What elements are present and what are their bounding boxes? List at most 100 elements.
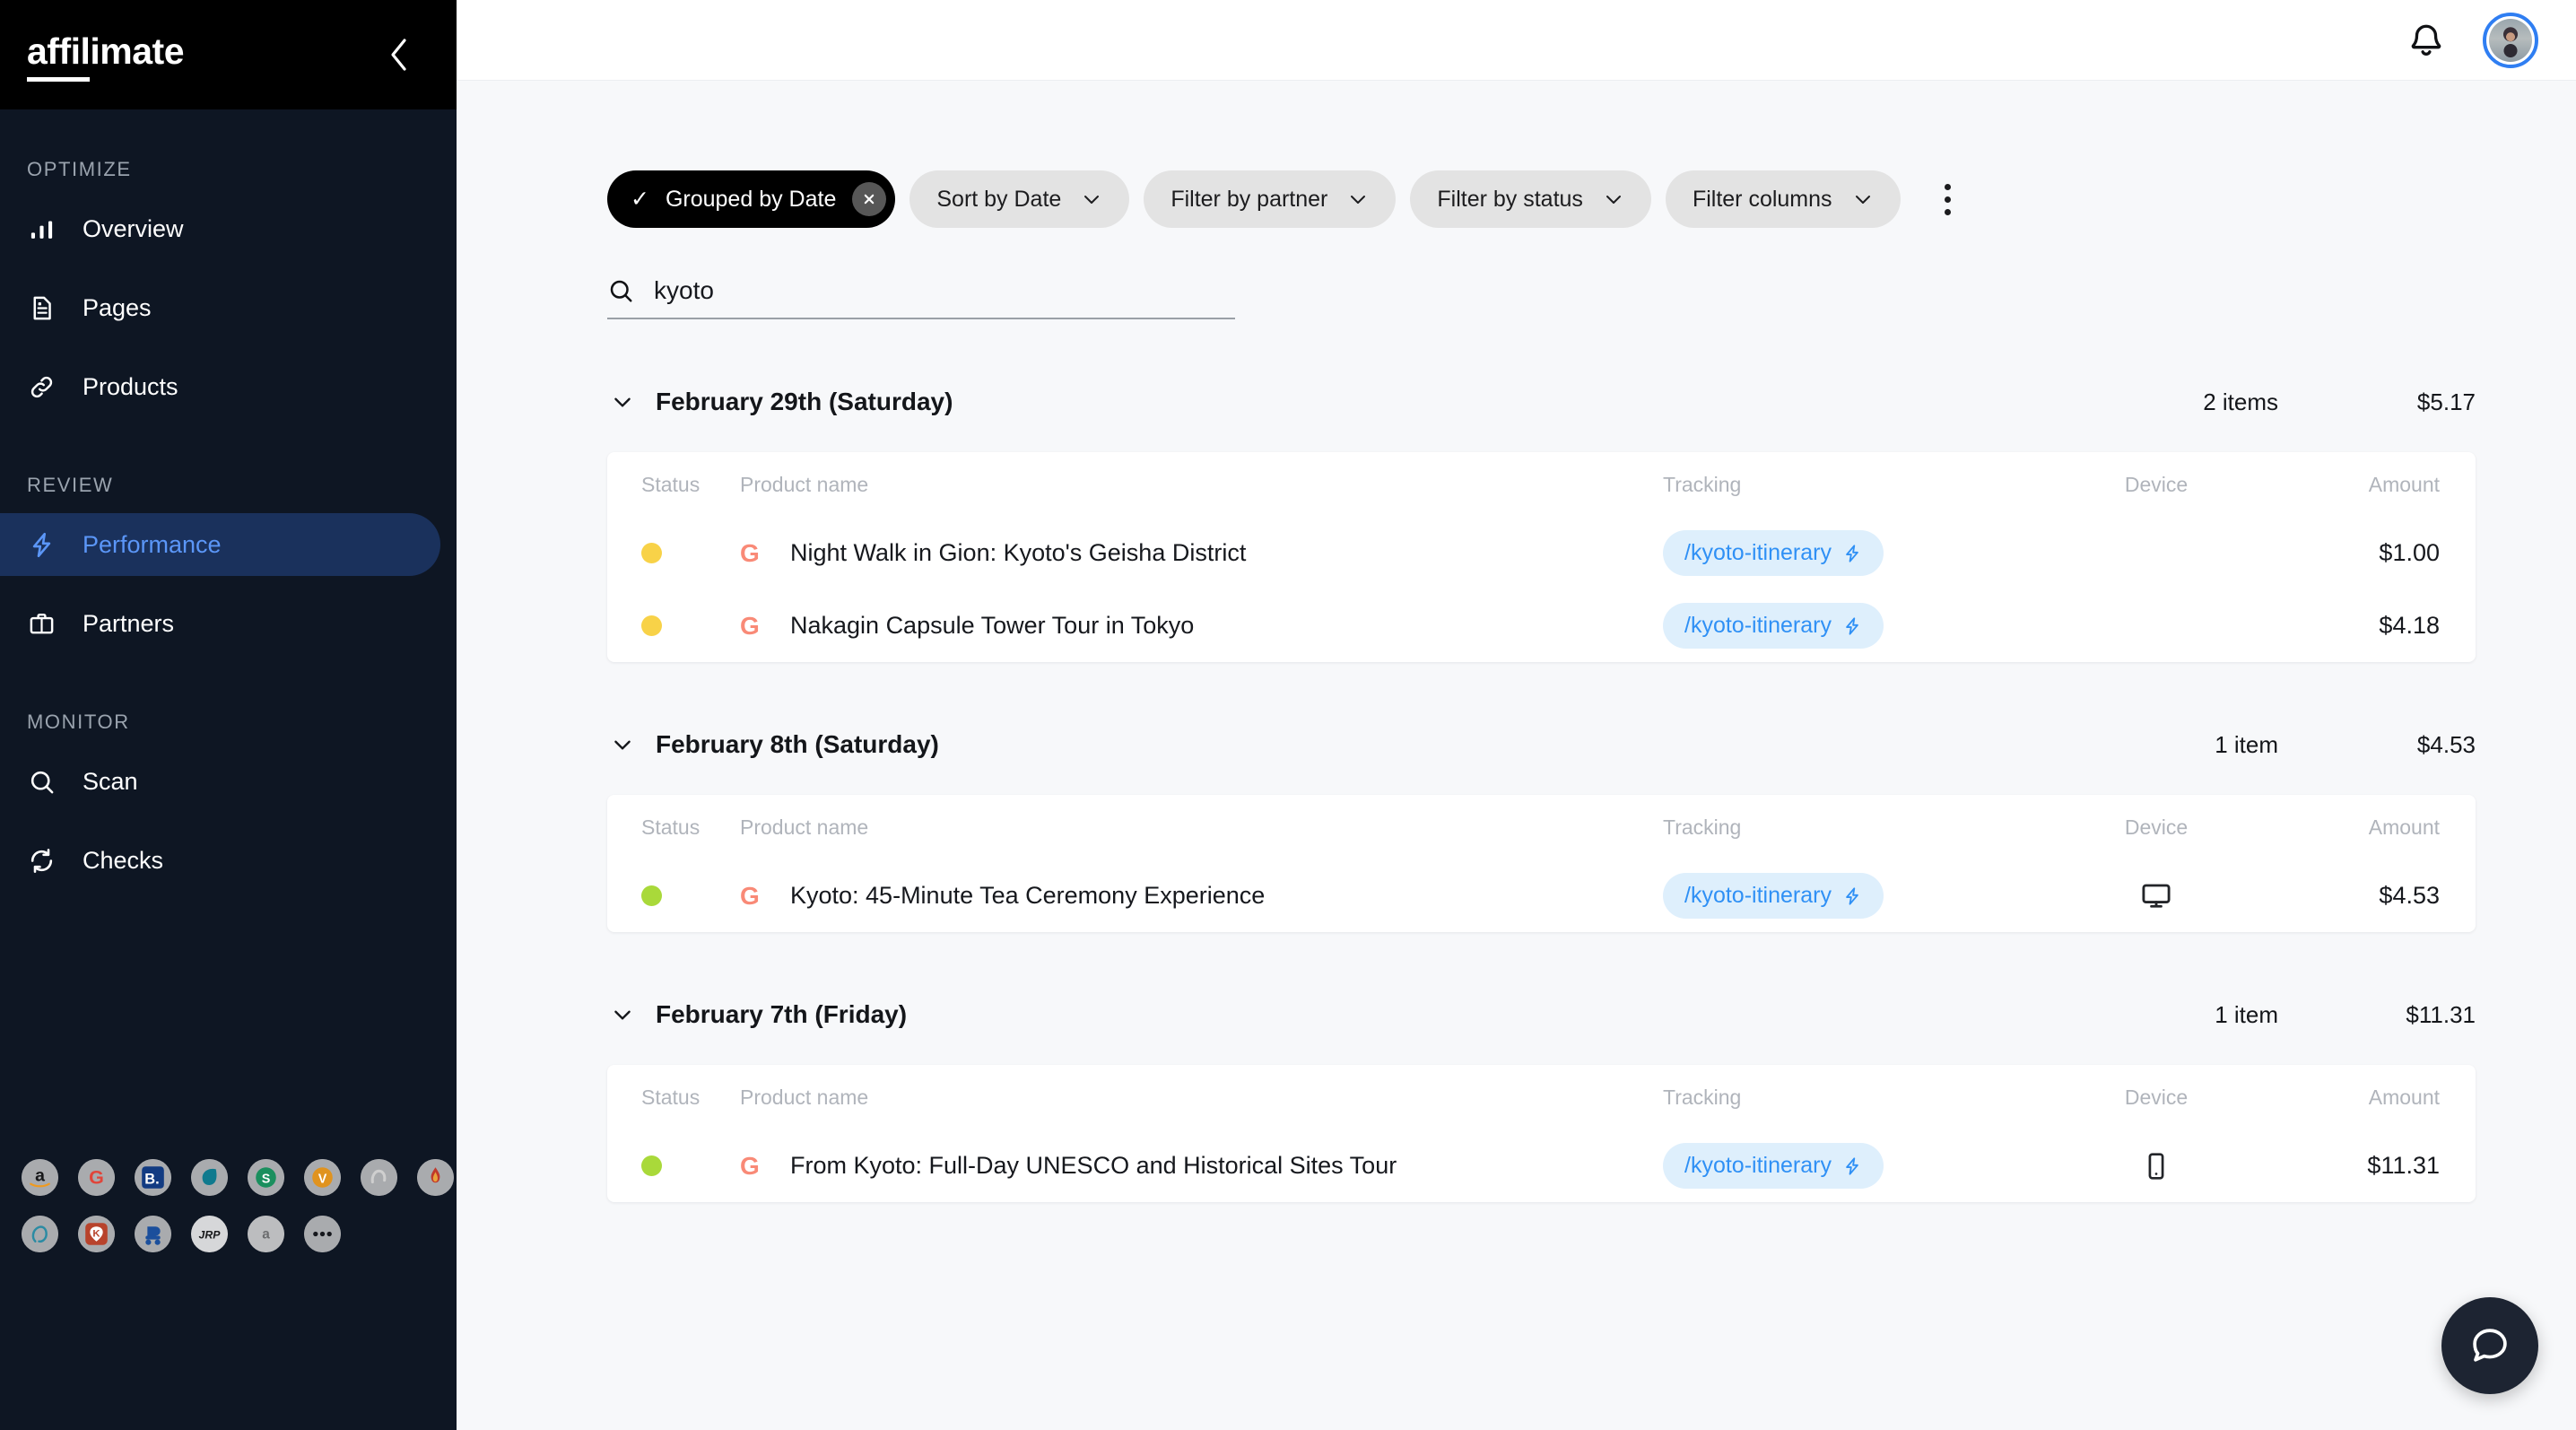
lightning-icon — [1846, 544, 1858, 562]
column-header-tracking: Tracking — [1663, 1085, 1742, 1109]
sidebar-item-performance[interactable]: Performance — [0, 513, 440, 576]
date-group-header[interactable]: February 8th (Saturday) 1 item $4.53 — [607, 719, 2576, 770]
chip-grouped-by-date[interactable]: ✓ Grouped by Date — [607, 170, 896, 228]
sidebar-item-checks[interactable]: Checks — [0, 829, 440, 892]
transactions-table: Status Product name Tracking Device Amou… — [607, 1065, 2476, 1202]
tracking-cell: /kyoto-itinerary — [1663, 1143, 2040, 1189]
status-badge — [641, 543, 662, 563]
more-partners-button[interactable] — [304, 1216, 341, 1252]
sidebar-item-label: Products — [83, 372, 178, 400]
partner-avatar-klook[interactable]: K — [78, 1216, 115, 1252]
device-cell — [2040, 880, 2273, 912]
table-header-row: Status Product name Tracking Device Amou… — [607, 1065, 2476, 1129]
getyourguide-icon: G — [740, 538, 760, 567]
partner-avatar-omio[interactable] — [361, 1159, 397, 1196]
status-badge — [641, 885, 662, 906]
transactions-table: Status Product name Tracking Device Amou… — [607, 452, 2476, 662]
product-name: From Kyoto: Full-Day UNESCO and Historic… — [790, 1152, 1397, 1179]
column-header-device: Device — [2124, 815, 2189, 839]
date-group-header[interactable]: February 29th (Saturday) 2 items $5.17 — [607, 377, 2576, 427]
chevron-left-icon — [391, 39, 406, 71]
partner-avatar-nomad[interactable] — [22, 1216, 58, 1252]
transactions-table: Status Product name Tracking Device Amou… — [607, 795, 2476, 932]
chevron-down-icon[interactable] — [607, 729, 638, 760]
product-cell: G Kyoto: 45-Minute Tea Ceremony Experien… — [740, 882, 1663, 911]
table-row[interactable]: G Kyoto: 45-Minute Tea Ceremony Experien… — [607, 859, 2476, 932]
column-header-product-name: Product name — [740, 815, 869, 839]
clear-grouping-button[interactable] — [852, 182, 887, 216]
product-cell: G Nakagin Capsule Tower Tour in Tokyo — [740, 612, 1663, 641]
lightning-icon — [1846, 1156, 1858, 1175]
sidebar-item-label: Performance — [83, 530, 222, 558]
mobile-icon — [2148, 1152, 2164, 1180]
status-badge — [641, 615, 662, 636]
sidebar-item-overview[interactable]: Overview — [0, 197, 440, 260]
tracking-link-pill[interactable]: /kyoto-itinerary — [1663, 530, 1884, 576]
partner-avatar-getyourguide[interactable]: G — [78, 1159, 115, 1196]
filter-toolbar: ✓ Grouped by Date Sort by Date Filter by… — [607, 170, 2576, 228]
content-region: ✓ Grouped by Date Sort by Date Filter by… — [457, 81, 2576, 1202]
date-group-amount: $5.17 — [2416, 388, 2476, 415]
status-cell — [641, 615, 740, 636]
partner-avatar-skyscanner[interactable] — [191, 1159, 228, 1196]
sidebar-item-pages[interactable]: Pages — [0, 276, 440, 339]
column-header-amount: Amount — [2368, 1085, 2440, 1109]
amount-cell: $4.53 — [2379, 882, 2440, 909]
chevron-down-icon — [1084, 196, 1100, 204]
search-icon — [610, 280, 632, 302]
column-header-status: Status — [641, 472, 701, 496]
help-chat-button[interactable] — [2441, 1297, 2538, 1394]
partner-avatar-amazon[interactable]: a — [22, 1159, 58, 1196]
partner-avatar-amazon-associates[interactable]: a — [248, 1216, 284, 1252]
tracking-link-pill[interactable]: /kyoto-itinerary — [1663, 1143, 1884, 1189]
date-group-header[interactable]: February 7th (Friday) 1 item $11.31 — [607, 990, 2576, 1040]
lightning-icon — [1846, 886, 1858, 905]
search-bar[interactable]: kyoto — [607, 276, 1235, 319]
svg-text:V: V — [318, 1173, 327, 1187]
more-options-button[interactable] — [1928, 170, 1969, 228]
table-row[interactable]: G Night Walk in Gion: Kyoto's Geisha Dis… — [607, 517, 2476, 589]
svg-text:JRP: JRP — [199, 1229, 222, 1242]
search-input[interactable]: kyoto — [654, 276, 714, 305]
app-root: affilimate OPTIMIZE Overview Pages Produ… — [0, 0, 2576, 1430]
partner-avatar-discover-cars[interactable] — [135, 1216, 171, 1252]
chip-filter-by-partner[interactable]: Filter by partner — [1144, 170, 1397, 228]
tracking-link-pill[interactable]: /kyoto-itinerary — [1663, 873, 1884, 919]
chevron-down-icon[interactable] — [607, 999, 638, 1030]
date-group-title: February 29th (Saturday) — [656, 388, 953, 415]
chip-label: Filter columns — [1692, 186, 1832, 212]
table-header-row: Status Product name Tracking Device Amou… — [607, 795, 2476, 859]
column-header-tracking: Tracking — [1663, 472, 1742, 496]
date-group: February 8th (Saturday) 1 item $4.53 Sta… — [607, 719, 2576, 932]
tracking-link-pill[interactable]: /kyoto-itinerary — [1663, 603, 1884, 649]
partner-avatar-booking-com[interactable]: B. — [135, 1159, 171, 1196]
chip-filter-by-status[interactable]: Filter by status — [1410, 170, 1651, 228]
column-header-status: Status — [641, 1085, 701, 1109]
sidebar-item-partners[interactable]: Partners — [0, 592, 440, 655]
table-row[interactable]: G From Kyoto: Full-Day UNESCO and Histor… — [607, 1129, 2476, 1202]
partner-avatar-firefly[interactable] — [417, 1159, 454, 1196]
tracking-cell: /kyoto-itinerary — [1663, 530, 2040, 576]
svg-text:a: a — [35, 1166, 45, 1186]
product-name: Nakagin Capsule Tower Tour in Tokyo — [790, 612, 1195, 639]
avatar[interactable] — [2483, 12, 2538, 68]
sidebar-item-label: Partners — [83, 609, 175, 637]
table-row[interactable]: G Nakagin Capsule Tower Tour in Tokyo /k… — [607, 589, 2476, 662]
sidebar: affilimate OPTIMIZE Overview Pages Produ… — [0, 0, 457, 1430]
notifications-bell-icon[interactable] — [2406, 20, 2447, 61]
partner-avatar-viator[interactable]: V — [304, 1159, 341, 1196]
kebab-dot — [1945, 196, 1952, 203]
partner-avatar-jrpass[interactable]: JRP — [191, 1216, 228, 1252]
amount-cell: $4.18 — [2379, 612, 2440, 639]
app-logo[interactable]: affilimate — [27, 30, 185, 82]
chevron-down-icon[interactable] — [607, 387, 638, 417]
partner-avatar-stay22[interactable]: S — [248, 1159, 284, 1196]
chip-label: Sort by Date — [936, 186, 1062, 212]
collapse-sidebar-button[interactable] — [379, 35, 419, 74]
sidebar-item-label: Overview — [83, 214, 184, 242]
sidebar-item-products[interactable]: Products — [0, 355, 440, 418]
chip-filter-columns[interactable]: Filter columns — [1665, 170, 1901, 228]
chip-sort-by-date[interactable]: Sort by Date — [909, 170, 1130, 228]
top-bar — [457, 0, 2576, 81]
sidebar-item-scan[interactable]: Scan — [0, 750, 440, 813]
